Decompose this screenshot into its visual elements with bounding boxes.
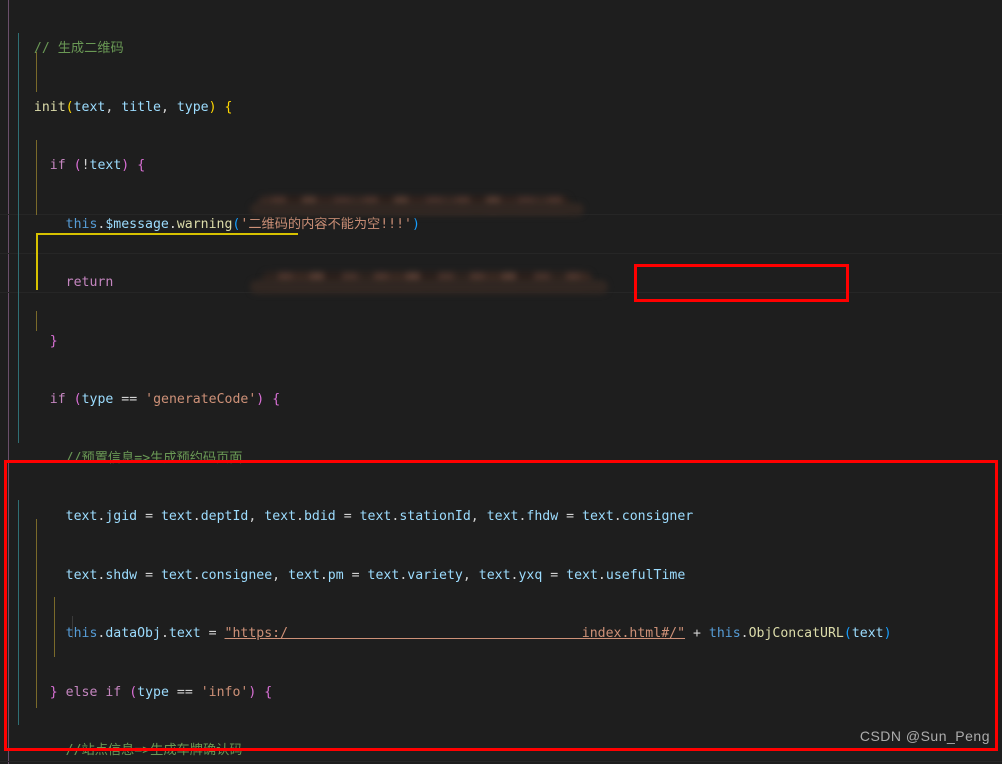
code-line: }	[49, 333, 58, 349]
code-line: //预置信息=>生成预约码页面	[65, 450, 243, 466]
watermark-text: CSDN @Sun_Peng	[859, 728, 990, 744]
redacted-url-host-2-cap	[250, 280, 608, 294]
code-line: if (type == 'generateCode') {	[49, 392, 281, 407]
annotation-red-tick	[634, 264, 637, 302]
code-content[interactable]: // 生成二维码 init(text, title, type) { if (!…	[0, 0, 1002, 764]
redacted-url-host-1-cap	[250, 203, 584, 216]
code-line: //站点信息=>生成车牌确认码	[65, 743, 243, 758]
code-line: this.$message.warning('二维码的内容不能为空!!!')	[65, 216, 420, 232]
code-editor-surface[interactable]: // 生成二维码 init(text, title, type) { if (!…	[0, 0, 1002, 764]
code-line: if (!text) {	[49, 158, 146, 173]
code-line: // 生成二维码	[18, 41, 124, 56]
code-line: } else if (type == 'info') {	[49, 684, 273, 700]
code-line: text.jgid = text.deptId, text.bdid = tex…	[65, 509, 694, 524]
code-line: this.dataObj.text = "https:/ index.html#…	[65, 626, 892, 641]
code-line: init(text, title, type) {	[33, 99, 233, 115]
screenshot-root: // 生成二维码 init(text, title, type) { if (!…	[0, 0, 1002, 764]
code-line: text.shdw = text.consignee, text.pm = te…	[65, 567, 686, 583]
